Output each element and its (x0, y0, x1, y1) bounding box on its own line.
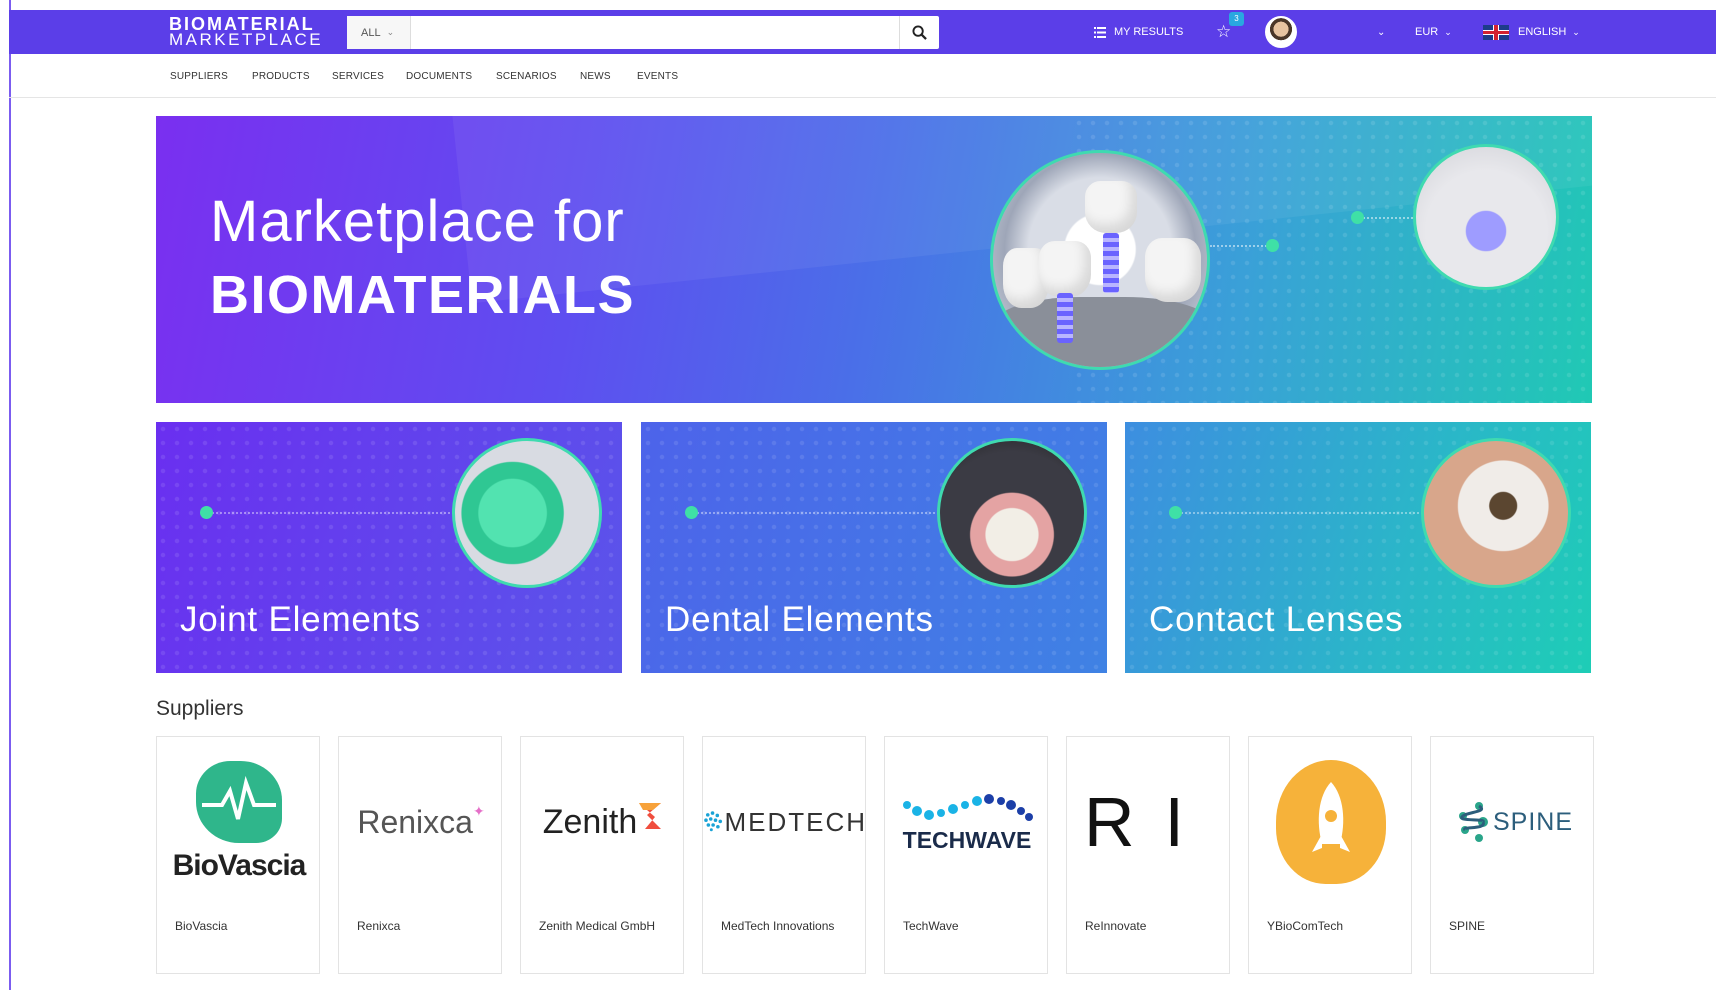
nav-products[interactable]: PRODUCTS (252, 71, 310, 82)
user-avatar[interactable] (1265, 16, 1297, 48)
card-dot (685, 506, 698, 519)
hero-title-line2: BIOMATERIALS (210, 265, 635, 325)
supplier-name: MedTech Innovations (721, 919, 835, 933)
supplier-card[interactable]: SPINE SPINE (1430, 736, 1594, 974)
chevron-down-icon: ⌄ (1444, 26, 1452, 37)
search-icon (912, 25, 927, 40)
logo-line2: MARKETPLACE (169, 30, 324, 49)
uk-flag-icon (1483, 24, 1509, 40)
spine-logo-text: SPINE (1492, 807, 1574, 836)
card-connector-line (693, 512, 943, 514)
joint-elements-image (452, 438, 602, 588)
nav-documents[interactable]: DOCUMENTS (406, 71, 472, 82)
zenith-logo: Zenith (521, 737, 685, 907)
sparkle-icon: ✦ (472, 802, 485, 819)
biovascia-logo-text: BioVascia (172, 849, 307, 882)
category-title: Joint Elements (180, 600, 421, 639)
supplier-card[interactable]: RI ReInnovate (1066, 736, 1230, 974)
rocket-icon (1276, 760, 1386, 884)
supplier-card[interactable]: MEDTECH MedTech Innovations (702, 736, 866, 974)
list-icon (1094, 26, 1106, 38)
chevron-down-icon: ⌄ (1377, 26, 1386, 38)
hero-dot (1351, 211, 1364, 224)
suppliers-heading: Suppliers (156, 697, 244, 720)
nav-scenarios[interactable]: SCENARIOS (496, 71, 557, 82)
nav-events[interactable]: EVENTS (637, 71, 678, 82)
ybiocomtech-logo (1249, 737, 1413, 907)
favorites-badge: 3 (1229, 12, 1244, 26)
nav-services[interactable]: SERVICES (332, 71, 384, 82)
language-select[interactable]: ENGLISH ⌄ (1483, 10, 1580, 54)
chevron-down-icon: ⌄ (386, 27, 395, 37)
supplier-name: YBioComTech (1267, 919, 1344, 933)
spine-logo: SPINE (1431, 737, 1595, 907)
category-card-joint[interactable]: Joint Elements (156, 422, 622, 673)
supplier-name: BioVascia (175, 919, 228, 933)
card-dot (200, 506, 213, 519)
site-logo[interactable]: BIOMATERIAL MARKETPLACE (169, 15, 324, 49)
reinnovate-logo-text: RI (1084, 783, 1214, 861)
zenith-logo-text: Zenith (542, 802, 638, 841)
currency-select[interactable]: EUR ⌄ (1415, 10, 1452, 54)
search-bar: ALL ⌄ (347, 16, 939, 49)
category-title: Contact Lenses (1149, 600, 1404, 639)
nav-news[interactable]: NEWS (580, 71, 611, 82)
medtech-logo-text: MEDTECH (724, 806, 867, 837)
my-results-button[interactable]: MY RESULTS (1094, 10, 1183, 54)
joint-cartilage-image (1413, 144, 1559, 290)
hero-banner: Marketplace for BIOMATERIALS (156, 116, 1592, 403)
supplier-card[interactable]: Renixca ✦ Renixca (338, 736, 502, 974)
biovascia-logo: BioVascia (157, 737, 321, 907)
supplier-name: TechWave (903, 919, 959, 933)
search-input[interactable] (411, 16, 893, 49)
currency-label: EUR (1415, 26, 1439, 38)
top-bar: BIOMATERIAL MARKETPLACE ALL ⌄ MY RESULTS… (9, 10, 1716, 54)
supplier-name: ReInnovate (1085, 919, 1147, 933)
user-menu-toggle[interactable]: ⌄ (1377, 10, 1385, 54)
hero-connector-line (1356, 217, 1416, 219)
contact-lenses-image (1421, 438, 1571, 588)
card-connector-line (1177, 512, 1427, 514)
supplier-name: SPINE (1449, 919, 1486, 933)
supplier-card[interactable]: Zenith Zenith Medical GmbH (520, 736, 684, 974)
hero-dot (1266, 239, 1279, 252)
main-nav: SUPPLIERS PRODUCTS SERVICES DOCUMENTS SC… (9, 54, 1716, 98)
supplier-name: Zenith Medical GmbH (539, 919, 656, 933)
supplier-card[interactable]: BioVascia BioVascia (156, 736, 320, 974)
zenith-z-icon (639, 803, 662, 829)
supplier-card[interactable]: YBioComTech (1248, 736, 1412, 974)
wave-dots-icon (903, 793, 1033, 821)
techwave-logo-text: TECHWAVE (902, 826, 1032, 853)
heartbeat-icon (196, 761, 282, 843)
spine-molecule-icon (1458, 802, 1488, 842)
renixca-logo: Renixca ✦ (339, 737, 503, 907)
dental-implant-image (990, 150, 1210, 370)
category-title: Dental Elements (665, 600, 934, 639)
search-button[interactable] (899, 16, 939, 49)
medtech-logo: MEDTECH (703, 737, 867, 907)
renixca-logo-text: Renixca (357, 803, 473, 840)
card-dot (1169, 506, 1182, 519)
my-results-label: MY RESULTS (1114, 26, 1184, 38)
supplier-card[interactable]: TECHWAVE TechWave (884, 736, 1048, 974)
language-label: ENGLISH (1518, 26, 1567, 38)
card-connector-line (208, 512, 458, 514)
hero-title-line1: Marketplace for (210, 189, 625, 254)
search-scope-select[interactable]: ALL ⌄ (347, 16, 411, 49)
techwave-logo: TECHWAVE (885, 737, 1049, 907)
chevron-down-icon: ⌄ (1572, 26, 1580, 37)
hero-connector-line (1210, 245, 1270, 247)
category-card-dental[interactable]: Dental Elements (641, 422, 1107, 673)
nav-suppliers[interactable]: SUPPLIERS (170, 71, 228, 82)
search-scope-label: ALL (361, 26, 381, 39)
category-card-lenses[interactable]: Contact Lenses (1125, 422, 1591, 673)
reinnovate-logo: RI (1067, 737, 1231, 907)
dot-cluster-icon (704, 811, 723, 832)
dental-elements-image (937, 438, 1087, 588)
supplier-name: Renixca (357, 919, 401, 933)
